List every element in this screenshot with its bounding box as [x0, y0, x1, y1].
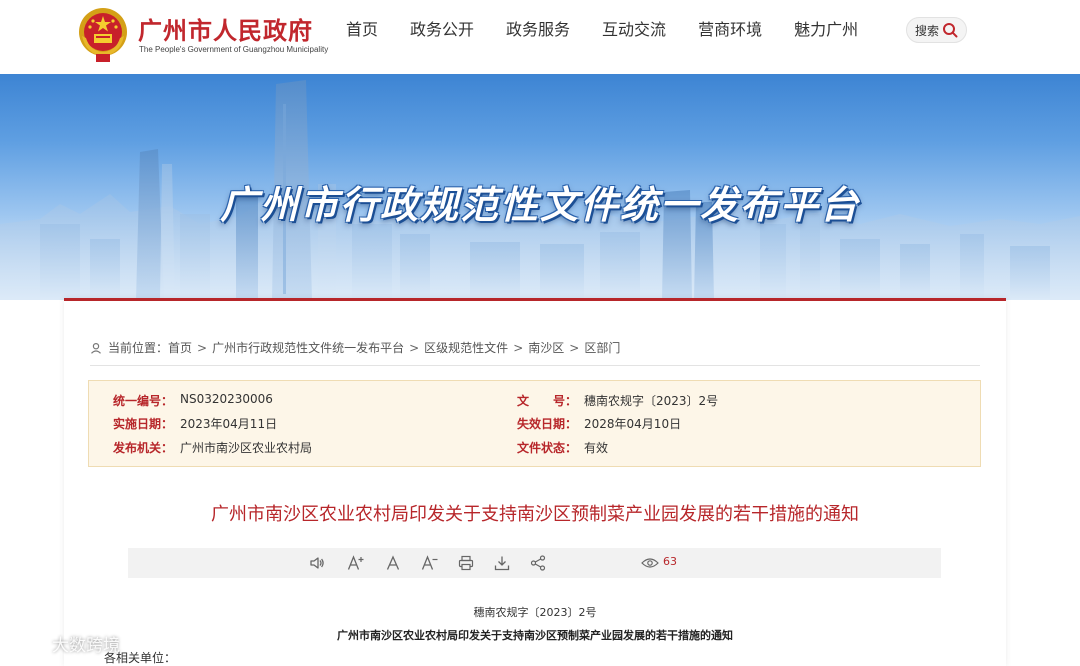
issuer-label: 发布机关： [113, 441, 174, 455]
effective-date-value: 2023年04月11日 [180, 417, 278, 431]
location-icon [91, 342, 101, 354]
read-aloud-button[interactable] [308, 554, 326, 572]
eye-icon [641, 558, 659, 568]
expiry-date-value: 2028年04月10日 [584, 417, 682, 431]
document-title: 广州市南沙区农业农村局印发关于支持南沙区预制菜产业园发展的若干措施的通知 [211, 504, 859, 525]
search-button[interactable]: 搜索 [906, 17, 967, 43]
national-emblem-logo[interactable] [76, 6, 130, 64]
search-icon [943, 23, 958, 38]
font-default-button[interactable] [384, 554, 402, 572]
file-status-value: 有效 [584, 441, 609, 455]
view-count-indicator [640, 554, 660, 572]
effective-date-label: 实施日期： [113, 417, 174, 431]
hero-banner: 广州市行政规范性文件统一发布平台 [0, 74, 1080, 300]
breadcrumb-divider [90, 365, 980, 366]
nav-home[interactable]: 首页 [346, 18, 378, 42]
font-decrease-button[interactable] [420, 554, 440, 572]
breadcrumb-district-docs[interactable]: 区级规范性文件 [424, 339, 508, 356]
font-increase-icon [347, 555, 364, 570]
main-nav: 首页 政务公开 政务服务 互动交流 营商环境 魅力广州 [346, 18, 890, 42]
nav-charming-guangzhou[interactable]: 魅力广州 [794, 18, 858, 42]
download-icon [494, 556, 510, 571]
nav-gov-affairs-open[interactable]: 政务公开 [410, 18, 474, 42]
banner-title: 广州市行政规范性文件统一发布平台 [219, 183, 860, 227]
font-decrease-icon [421, 555, 438, 570]
font-default-icon [386, 555, 400, 570]
site-header: 广州市人民政府 The People's Government of Guang… [0, 0, 1080, 74]
meta-row: 实施日期： 2023年04月11日 失效日期： 2028年04月10日 [89, 415, 980, 435]
print-button[interactable] [456, 554, 476, 572]
breadcrumb-district-dept[interactable]: 区部门 [584, 339, 620, 356]
printer-icon [458, 555, 474, 571]
reading-toolbar: 63 [128, 548, 941, 578]
document-subtitle: 广州市南沙区农业农村局印发关于支持南沙区预制菜产业园发展的若干措施的通知 [337, 629, 733, 642]
nav-business-environment[interactable]: 营商环境 [698, 18, 762, 42]
unified-number-value: NS0320230006 [180, 392, 273, 406]
breadcrumb-label: 当前位置： [108, 341, 169, 355]
expiry-date-label: 失效日期： [517, 417, 578, 431]
download-button[interactable] [492, 554, 512, 572]
doc-number-label: 文 号： [517, 394, 578, 408]
document-number: 穗南农规字〔2023〕2号 [473, 606, 597, 619]
view-count: 63 [663, 555, 677, 568]
nav-gov-services[interactable]: 政务服务 [506, 18, 570, 42]
meta-row: 发布机关： 广州市南沙区农业农村局 文件状态： 有效 [89, 439, 980, 459]
content-card: 当前位置： 首页 > 广州市行政规范性文件统一发布平台 > 区级规范性文件 > … [64, 298, 1006, 666]
document-metadata-panel: 统一编号： NS0320230006 文 号： 穗南农规字〔2023〕2号 实施… [88, 380, 981, 467]
search-label: 搜索 [915, 23, 940, 38]
font-increase-button[interactable] [346, 554, 366, 572]
unified-number-label: 统一编号： [113, 394, 174, 408]
file-status-label: 文件状态： [517, 441, 578, 455]
doc-number-value: 穗南农规字〔2023〕2号 [584, 394, 719, 408]
site-title[interactable]: 广州市人民政府 [138, 11, 313, 46]
watermark-logo-icon [7, 634, 43, 652]
breadcrumb-separator: > [197, 340, 208, 355]
meta-row: 统一编号： NS0320230006 文 号： 穗南农规字〔2023〕2号 [89, 392, 980, 412]
breadcrumb-separator: > [513, 340, 524, 355]
breadcrumb-platform[interactable]: 广州市行政规范性文件统一发布平台 [212, 339, 404, 356]
breadcrumb-separator: > [409, 340, 420, 355]
issuer-value: 广州市南沙区农业农村局 [180, 441, 313, 455]
watermark: 大数跨境 [6, 631, 120, 656]
share-button[interactable] [528, 554, 548, 572]
speaker-icon [310, 557, 324, 569]
breadcrumb-nansha[interactable]: 南沙区 [528, 339, 564, 356]
site-subtitle: The People's Government of Guangzhou Mun… [139, 45, 329, 54]
breadcrumb: 当前位置： 首页 > 广州市行政规范性文件统一发布平台 > 区级规范性文件 > … [90, 339, 620, 356]
breadcrumb-separator: > [569, 340, 580, 355]
watermark-text: 大数跨境 [52, 636, 120, 656]
nav-interaction[interactable]: 互动交流 [602, 18, 666, 42]
breadcrumb-home[interactable]: 首页 [168, 339, 192, 356]
share-icon [530, 555, 546, 571]
